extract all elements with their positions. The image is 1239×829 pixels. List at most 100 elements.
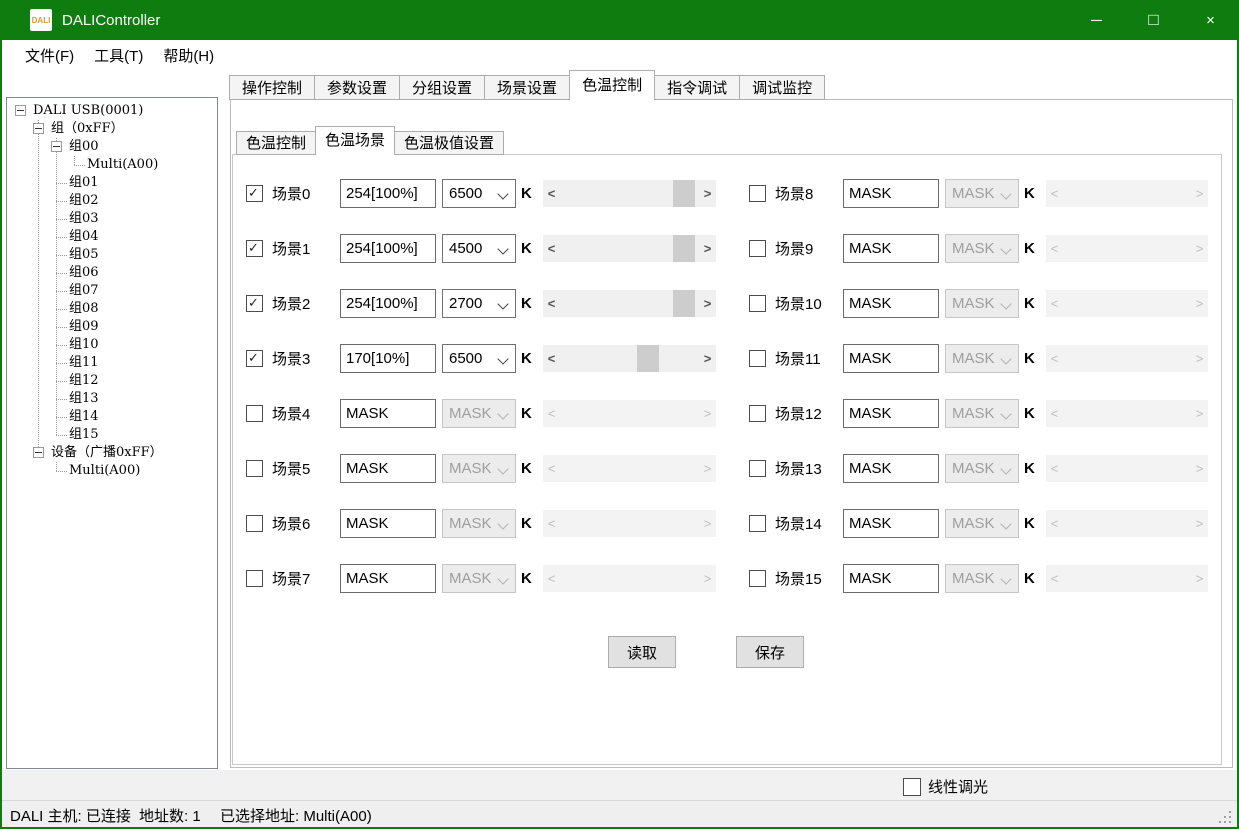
sub-tab-1[interactable]: 色温场景 [315,126,395,155]
tree-node[interactable]: 组00 [7,138,217,156]
read-button[interactable]: 读取 [608,636,676,668]
menu-item-2[interactable]: 帮助(H) [153,42,224,69]
scene-checkbox[interactable] [749,295,766,312]
tree-node[interactable]: 组04 [7,228,217,246]
tree-node[interactable]: 组（0xFF） [7,120,217,138]
sub-tab-2[interactable]: 色温极值设置 [394,131,504,155]
scene-checkbox[interactable] [749,515,766,532]
maximize-button[interactable]: □ [1125,0,1182,40]
tree-node[interactable]: 组07 [7,282,217,300]
scene-temp-select: MASK [945,509,1019,538]
scroll-right-arrow-icon[interactable] [699,235,716,262]
sub-tab-0[interactable]: 色温控制 [236,131,316,155]
scroll-left-arrow-icon[interactable] [543,235,560,262]
tree-expander-icon[interactable] [51,141,62,152]
scene-checkbox[interactable] [246,295,263,312]
tree-expander-icon[interactable] [15,105,26,116]
scene-temp-select[interactable]: 6500 [442,179,516,208]
scene-value-input[interactable] [340,564,436,593]
tab-6[interactable]: 调试监控 [739,75,825,100]
tab-1[interactable]: 参数设置 [314,75,400,100]
scene-checkbox[interactable] [749,460,766,477]
tab-0[interactable]: 操作控制 [229,75,315,100]
tab-2[interactable]: 分组设置 [399,75,485,100]
scene-value-input[interactable] [843,179,939,208]
scene-checkbox[interactable] [246,185,263,202]
scroll-right-arrow-icon[interactable] [699,180,716,207]
tree-node[interactable]: 组09 [7,318,217,336]
tree-node[interactable]: DALI USB(0001) [7,102,217,120]
scene-value-input[interactable] [843,564,939,593]
scene-value-input[interactable] [843,509,939,538]
scene-scrollbar[interactable] [543,345,716,372]
tree-node[interactable]: 组11 [7,354,217,372]
scene-checkbox[interactable] [246,460,263,477]
menu-item-1[interactable]: 工具(T) [84,42,153,69]
scene-value-input[interactable] [340,399,436,428]
tree-expander-icon[interactable] [33,447,44,458]
scene-checkbox[interactable] [749,570,766,587]
tree-node[interactable]: 组13 [7,390,217,408]
scene-value-input[interactable] [843,289,939,318]
scene-temp-select[interactable]: 2700 [442,289,516,318]
scene-value-input[interactable] [340,509,436,538]
tree-node[interactable]: 组10 [7,336,217,354]
resize-grip[interactable] [1217,809,1231,823]
tree-node[interactable]: 组14 [7,408,217,426]
scrollbar-thumb[interactable] [673,235,695,262]
tab-5[interactable]: 指令调试 [654,75,740,100]
scroll-left-arrow-icon[interactable] [543,345,560,372]
scene-value-input[interactable] [340,179,436,208]
tree-node[interactable]: 组08 [7,300,217,318]
scene-scrollbar[interactable] [543,290,716,317]
scene-checkbox[interactable] [246,570,263,587]
tree-node[interactable]: Multi(A00) [7,156,217,174]
scrollbar-thumb[interactable] [637,345,659,372]
scene-checkbox[interactable] [749,185,766,202]
tab-3[interactable]: 场景设置 [484,75,570,100]
scene-value-input[interactable] [340,344,436,373]
tab-4[interactable]: 色温控制 [569,70,655,100]
scene-value-input[interactable] [340,234,436,263]
tree-node[interactable]: 组01 [7,174,217,192]
scene-checkbox[interactable] [246,405,263,422]
scrollbar-thumb[interactable] [673,180,695,207]
scene-value-input[interactable] [843,234,939,263]
tree-node[interactable]: 组06 [7,264,217,282]
scene-temp-select[interactable]: 4500 [442,234,516,263]
scroll-right-arrow-icon[interactable] [699,345,716,372]
tree-expander-icon[interactable] [33,123,44,134]
scene-value-input[interactable] [843,454,939,483]
tree-node[interactable]: 组12 [7,372,217,390]
tree-node[interactable]: 组03 [7,210,217,228]
tree-node[interactable]: 设备（广播0xFF） [7,444,217,462]
tree-node[interactable]: 组02 [7,192,217,210]
scene-temp-select[interactable]: 6500 [442,344,516,373]
scene-value-input[interactable] [340,454,436,483]
scrollbar-thumb[interactable] [673,290,695,317]
scroll-left-arrow-icon[interactable] [543,180,560,207]
tree-node[interactable]: Multi(A00) [7,462,217,480]
scene-checkbox[interactable] [246,350,263,367]
scroll-left-arrow-icon [1046,235,1063,262]
scene-value-input[interactable] [843,344,939,373]
tree-node[interactable]: 组15 [7,426,217,444]
scene-checkbox[interactable] [246,240,263,257]
close-button[interactable]: × [1182,0,1239,40]
scroll-left-arrow-icon[interactable] [543,290,560,317]
tree-node[interactable]: 组05 [7,246,217,264]
save-button[interactable]: 保存 [736,636,804,668]
scene-checkbox[interactable] [749,350,766,367]
scene-value-input[interactable] [843,399,939,428]
scene-checkbox[interactable] [246,515,263,532]
scene-scrollbar[interactable] [543,180,716,207]
scene-label: 场景1 [272,238,340,259]
minimize-button[interactable]: ─ [1068,0,1125,40]
scene-scrollbar[interactable] [543,235,716,262]
scroll-right-arrow-icon[interactable] [699,290,716,317]
menu-item-0[interactable]: 文件(F) [15,42,84,69]
scene-checkbox[interactable] [749,240,766,257]
scene-value-input[interactable] [340,289,436,318]
linear-dimming-checkbox[interactable] [903,778,921,796]
scene-checkbox[interactable] [749,405,766,422]
